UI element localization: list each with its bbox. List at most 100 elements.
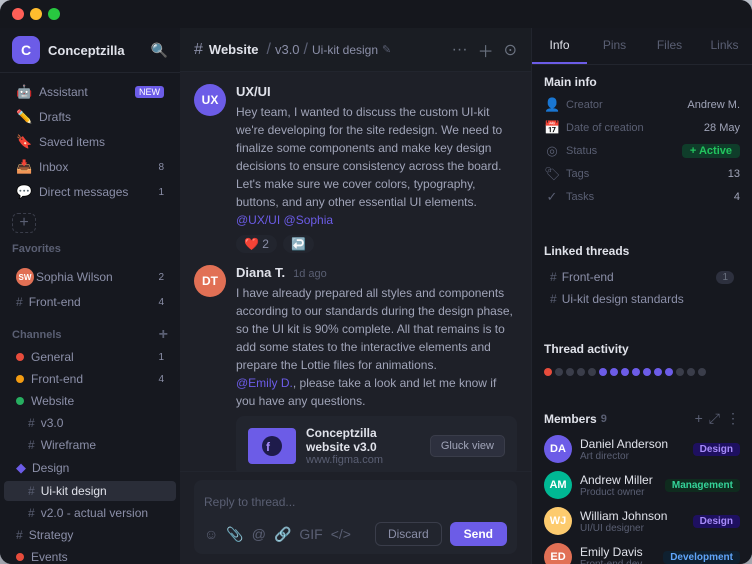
tab-pins[interactable]: Pins xyxy=(587,28,642,64)
design-label: Design xyxy=(32,461,69,475)
wireframe-label: Wireframe xyxy=(41,438,96,452)
members-label: Members xyxy=(544,412,597,426)
sidebar-item-inbox[interactable]: 📥 Inbox 8 xyxy=(4,155,176,179)
channel-wireframe[interactable]: # Wireframe xyxy=(4,435,176,455)
channel-frontend[interactable]: Front-end 4 xyxy=(4,369,176,389)
nav-section: 🤖 Assistant NEW ✏️ Drafts 🔖 Saved items … xyxy=(0,73,180,211)
right-panel: Info Pins Files Links Main info 👤 Creato… xyxy=(532,28,752,564)
msg1-header: UX/UI xyxy=(236,84,517,99)
message-2: DT Diana T. 1d ago I have already prepar… xyxy=(194,265,517,471)
more-icon[interactable]: ··· xyxy=(452,41,468,59)
sidebar-item-saved[interactable]: 🔖 Saved items xyxy=(4,130,176,154)
frontend-dot xyxy=(16,375,24,383)
figma-view-button[interactable]: Gluck view xyxy=(430,435,505,457)
daniel-tag: Design xyxy=(693,443,740,456)
channel-design[interactable]: ◆ Design xyxy=(4,457,176,479)
mention-icon[interactable]: @ xyxy=(252,526,266,542)
channel-general[interactable]: General 1 xyxy=(4,347,176,367)
thread1-hash: # xyxy=(550,270,557,284)
channel-strategy[interactable]: # Strategy xyxy=(4,525,176,545)
new-badge: NEW xyxy=(135,86,164,98)
attach-icon[interactable]: 📎 xyxy=(226,526,243,543)
thread1-badge: 1 xyxy=(716,271,734,284)
thread2-label: Ui-kit design standards xyxy=(562,292,684,306)
creation-label: Date of creation xyxy=(566,122,698,134)
tab-links[interactable]: Links xyxy=(697,28,752,64)
sidebar-item-assistant[interactable]: 🤖 Assistant NEW xyxy=(4,80,176,104)
channel-ui-kit[interactable]: # Ui-kit design xyxy=(4,481,176,501)
gif-icon[interactable]: GIF xyxy=(299,526,322,542)
link-icon[interactable]: 🔗 xyxy=(274,526,291,543)
settings-icon[interactable]: ⊙ xyxy=(504,40,517,60)
tasks-label: Tasks xyxy=(566,191,728,203)
saved-icon: 🔖 xyxy=(16,134,32,150)
close-button[interactable] xyxy=(12,8,24,20)
member-andrew: AM Andrew Miller Product owner Managemen… xyxy=(544,471,740,499)
v3-label: v3.0 xyxy=(41,416,64,430)
add-channel-icon[interactable]: + xyxy=(159,326,168,344)
channel-website[interactable]: Website xyxy=(4,391,176,411)
frontend-count: 4 xyxy=(158,374,164,385)
maximize-button[interactable] xyxy=(48,8,60,20)
channel-events[interactable]: Events xyxy=(4,547,176,564)
william-info: William Johnson UI/UI designer xyxy=(580,509,685,534)
msg2-mention-text: @Emily D. xyxy=(236,376,293,390)
sidebar-item-drafts[interactable]: ✏️ Drafts xyxy=(4,105,176,129)
members-header: Members 9 + ⤢ ⋮ xyxy=(544,410,740,427)
add-workspace-button[interactable]: + xyxy=(12,213,36,233)
add-member-icon[interactable]: + xyxy=(695,410,703,427)
send-button[interactable]: Send xyxy=(450,522,507,546)
sidebar-item-frontend-fav[interactable]: # Front-end 4 xyxy=(4,291,176,313)
workspace-name: Conceptzilla xyxy=(48,43,151,58)
emily-info: Emily Davis Front-end dev xyxy=(580,545,655,564)
v3-hash: # xyxy=(28,416,35,430)
chat-input-field[interactable]: Reply to thread... xyxy=(204,488,507,516)
message-1: UX UX/UI Hey team, I wanted to discuss t… xyxy=(194,84,517,253)
andrew-info: Andrew Miller Product owner xyxy=(580,473,657,498)
tags-label: Tags xyxy=(566,168,722,180)
emoji-icon[interactable]: ☺ xyxy=(204,526,218,542)
figma-url: www.figma.com xyxy=(306,454,420,466)
discard-button[interactable]: Discard xyxy=(375,522,442,546)
code-icon[interactable]: </> xyxy=(331,526,351,542)
assistant-icon: 🤖 xyxy=(16,84,32,100)
search-icon[interactable]: 🔍 xyxy=(151,42,168,59)
sidebar-item-dm[interactable]: 💬 Direct messages 1 xyxy=(4,180,176,204)
emily-role: Front-end dev xyxy=(580,559,655,564)
sidebar-item-sophia[interactable]: SW Sophia Wilson 2 xyxy=(4,264,176,290)
creator-label: Creator xyxy=(566,99,681,111)
website-label: Website xyxy=(31,394,74,408)
strategy-hash: # xyxy=(16,528,23,542)
expand-members-icon[interactable]: ⤢ xyxy=(709,410,720,427)
minimize-button[interactable] xyxy=(30,8,42,20)
thread2-hash: # xyxy=(550,292,557,306)
andrew-avatar: AM xyxy=(544,471,572,499)
tags-value: 13 xyxy=(728,168,740,180)
input-placeholder: Reply to thread... xyxy=(204,495,295,509)
thread-frontend[interactable]: #Front-end 1 xyxy=(544,266,740,288)
tab-files[interactable]: Files xyxy=(642,28,697,64)
tab-info[interactable]: Info xyxy=(532,28,587,64)
ui-kit-label: Ui-kit design xyxy=(41,484,107,498)
channel-v3[interactable]: # v3.0 xyxy=(4,413,176,433)
channel-v20[interactable]: # v2.0 - actual version xyxy=(4,503,176,523)
william-tag: Design xyxy=(693,515,740,528)
filter-members-icon[interactable]: ⋮ xyxy=(726,410,740,427)
msg2-mention: @Emily D., please take a look and let me… xyxy=(236,374,517,410)
thread-ui-kit[interactable]: # Ui-kit design standards xyxy=(544,288,740,310)
msg1-reaction-reply[interactable]: ↩️ xyxy=(283,235,314,253)
status-label: Status xyxy=(566,145,676,157)
frontend-fav-count: 4 xyxy=(158,297,164,308)
dot-9 xyxy=(632,368,640,376)
edit-icon[interactable]: ✎ xyxy=(382,43,391,56)
msg1-content: UX/UI Hey team, I wanted to discuss the … xyxy=(236,84,517,253)
andrew-name: Andrew Miller xyxy=(580,473,657,487)
add-to-header-icon[interactable]: ＋ xyxy=(478,38,494,62)
dm-label: Direct messages xyxy=(39,185,158,199)
status-badge: + Active xyxy=(682,144,740,158)
creation-value: 28 May xyxy=(704,122,740,134)
members-count: 9 xyxy=(601,413,607,425)
msg1-avatar: UX xyxy=(194,84,226,116)
msg1-reaction-heart[interactable]: ❤️ 2 xyxy=(236,235,277,253)
wireframe-hash: # xyxy=(28,438,35,452)
